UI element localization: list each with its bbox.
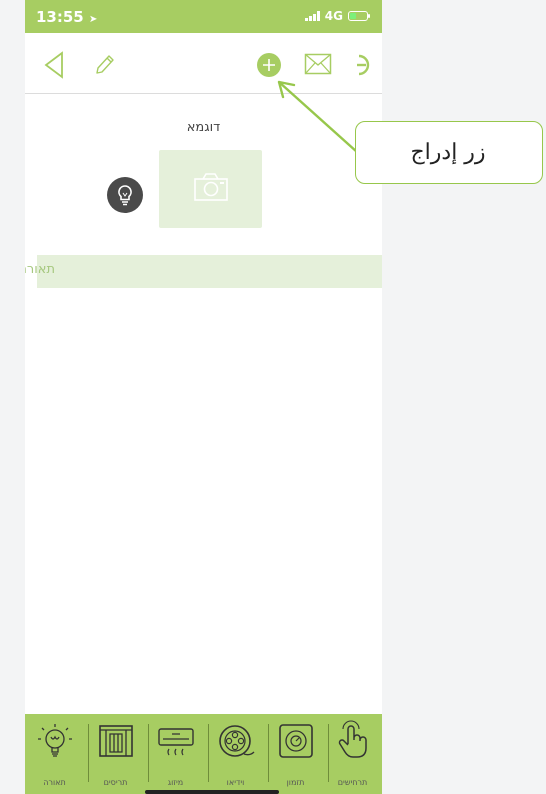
callout-text: زر إدراج: [410, 140, 486, 165]
callout-box: زر إدراج: [355, 121, 543, 184]
callout-arrow: [277, 80, 358, 153]
